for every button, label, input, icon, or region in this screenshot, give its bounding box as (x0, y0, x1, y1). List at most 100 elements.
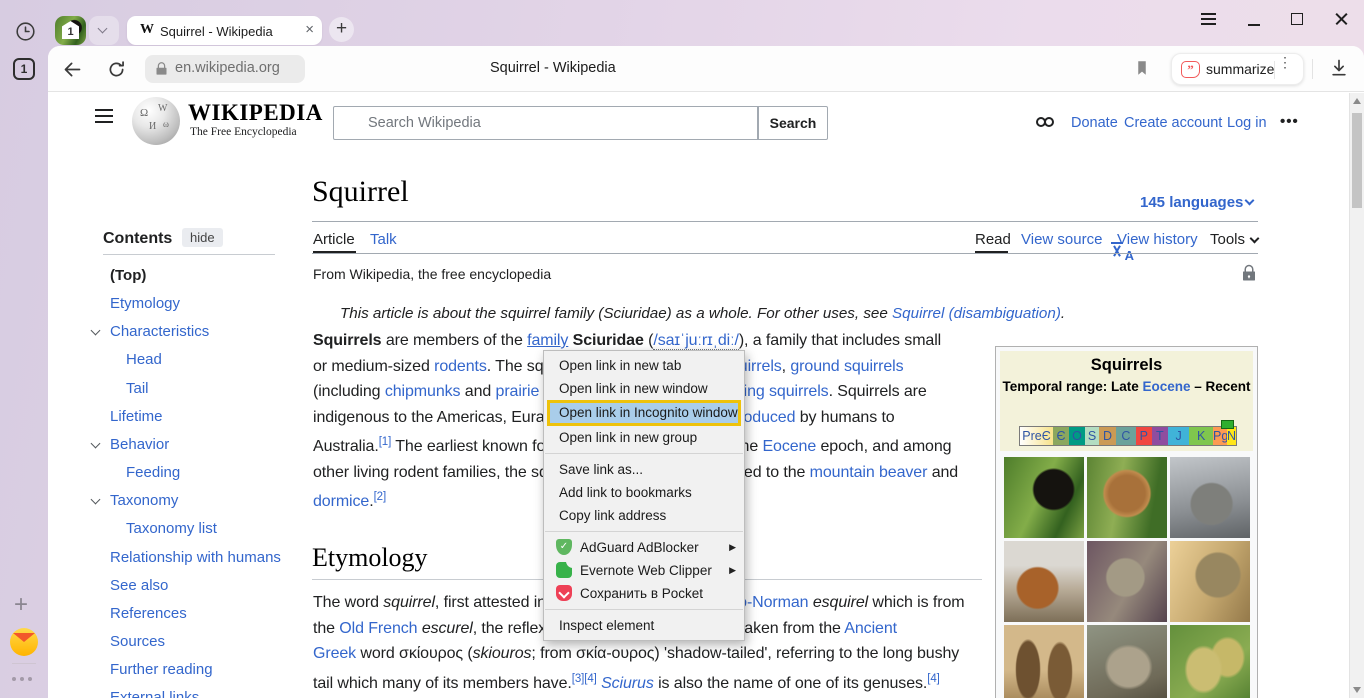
squirrel-photo-5[interactable] (1087, 541, 1167, 622)
view-history[interactable]: View history (1117, 231, 1198, 248)
inline-link[interactable]: ground squirrels (790, 358, 903, 375)
inline-link[interactable]: Greek (313, 645, 356, 662)
geo-period-C[interactable]: C (1116, 427, 1136, 445)
header-more-icon[interactable]: ••• (1280, 113, 1299, 130)
scroll-down-icon[interactable] (1353, 687, 1361, 693)
inline-link[interactable]: family (527, 332, 568, 349)
geo-period-T[interactable]: T (1152, 427, 1168, 445)
toc-item-head[interactable]: Head (126, 351, 162, 368)
back-icon[interactable] (62, 59, 83, 85)
geo-period-J[interactable]: J (1168, 427, 1190, 445)
create-account-link[interactable]: Create account (1124, 115, 1222, 131)
search-input[interactable] (333, 106, 758, 140)
tools-chevron-icon[interactable] (1250, 234, 1260, 244)
tab-talk[interactable]: Talk (370, 231, 397, 248)
reload-icon[interactable] (106, 59, 127, 85)
history-clock-icon[interactable] (15, 21, 36, 47)
squirrel-photo-9[interactable] (1170, 625, 1250, 698)
inline-link[interactable]: /saɪˈjuːrɪˌdiː/ (653, 332, 738, 350)
geo-period-D[interactable]: D (1099, 427, 1116, 445)
geo-period-PreЄ[interactable]: PreЄ (1020, 427, 1053, 445)
inline-link[interactable]: Squirrel (disambiguation) (892, 305, 1061, 322)
squirrel-photo-7[interactable] (1004, 625, 1084, 698)
inline-link[interactable]: Eocene (762, 438, 816, 455)
menu-item-add-link-to-bookmarks[interactable]: Add link to bookmarks (544, 481, 744, 504)
toc-item-references[interactable]: References (110, 605, 187, 622)
menu-item-inspect-element[interactable]: Inspect element (544, 614, 744, 637)
reference-link[interactable]: [1] (379, 436, 392, 448)
toc-item-taxonomy[interactable]: Taxonomy (110, 492, 178, 509)
tab-group-badge[interactable]: 1 (55, 16, 86, 45)
reference-link[interactable]: [3][4] (572, 673, 597, 685)
browser-tab-active[interactable]: W Squirrel - Wikipedia × (127, 16, 322, 45)
menu-item-copy-link-address[interactable]: Copy link address (544, 504, 744, 527)
toc-item--top-[interactable]: (Top) (110, 267, 146, 284)
yandex-mail-icon[interactable] (10, 628, 38, 656)
summarize-more-icon[interactable]: ⋮ (1278, 59, 1292, 66)
menu-item-save-link-as-[interactable]: Save link as... (544, 458, 744, 481)
toc-item-behavior[interactable]: Behavior (110, 436, 169, 453)
page-scrollbar[interactable] (1349, 93, 1364, 698)
chevron-down-icon[interactable] (91, 495, 101, 505)
wiki-menu-icon[interactable] (95, 109, 113, 123)
menu-item-сохранить-в-pocket[interactable]: Сохранить в Pocket (544, 582, 744, 605)
login-link[interactable]: Log in (1227, 115, 1267, 131)
inline-link[interactable]: Old French (339, 620, 417, 637)
squirrel-photo-3[interactable] (1170, 457, 1250, 538)
menu-item-evernote-web-clipper[interactable]: Evernote Web Clipper▶ (544, 559, 744, 582)
inline-link[interactable]: dormice (313, 493, 369, 510)
scrollbar-thumb[interactable] (1352, 113, 1362, 208)
toc-item-lifetime[interactable]: Lifetime (110, 408, 163, 425)
geo-period-O[interactable]: O (1069, 427, 1085, 445)
tab-group-dropdown[interactable] (89, 16, 119, 45)
sidebar-add-icon[interactable]: + (14, 591, 28, 619)
chevron-down-icon[interactable] (91, 326, 101, 336)
view-source[interactable]: View source (1021, 231, 1102, 248)
toc-item-further-reading[interactable]: Further reading (110, 661, 213, 678)
toc-hide-button[interactable]: hide (182, 228, 223, 247)
url-chip[interactable]: en.wikipedia.org (145, 55, 305, 83)
bookmark-icon[interactable] (1133, 58, 1151, 83)
toc-item-see-also[interactable]: See also (110, 577, 168, 594)
tools-menu[interactable]: Tools (1210, 231, 1245, 248)
geo-period-K[interactable]: K (1189, 427, 1213, 445)
menu-item-open-link-in-new-group[interactable]: Open link in new group (544, 426, 744, 449)
inline-link[interactable]: rodents (434, 358, 487, 375)
donate-link[interactable]: Donate (1071, 115, 1118, 131)
squirrel-photo-4[interactable] (1004, 541, 1084, 622)
menu-item-open-link-in-new-window[interactable]: Open link in new window (544, 377, 744, 400)
geo-period-N[interactable]: N (1227, 427, 1236, 445)
squirrel-photo-6[interactable] (1170, 541, 1250, 622)
reference-link[interactable]: [2] (374, 491, 387, 503)
toc-item-etymology[interactable]: Etymology (110, 295, 180, 312)
reference-link[interactable]: [4] (927, 673, 940, 685)
new-tab-button[interactable]: + (329, 17, 354, 42)
geo-period-Pg[interactable]: Pg (1213, 427, 1227, 445)
chevron-down-icon[interactable] (91, 438, 101, 448)
toc-item-sources[interactable]: Sources (110, 633, 165, 650)
wikipedia-globe-logo[interactable]: ΩWИω (132, 97, 180, 145)
inline-link[interactable]: Ancient (844, 620, 897, 637)
toc-item-characteristics[interactable]: Characteristics (110, 323, 209, 340)
toc-item-tail[interactable]: Tail (126, 380, 149, 397)
scroll-up-icon[interactable] (1353, 98, 1361, 104)
tab-article[interactable]: Article (313, 231, 355, 248)
workspace-badge[interactable]: 1 (13, 58, 35, 80)
squirrel-photo-2[interactable] (1087, 457, 1167, 538)
summarize-button[interactable]: ” summarize ⋮ (1171, 53, 1304, 85)
geo-period-Є[interactable]: Є (1053, 427, 1069, 445)
menu-item-adguard-adblocker[interactable]: ✓AdGuard AdBlocker▶ (544, 536, 744, 559)
eocene-link[interactable]: Eocene (1142, 379, 1190, 394)
geo-period-P[interactable]: P (1136, 427, 1152, 445)
downloads-icon[interactable] (1329, 58, 1349, 83)
toc-item-taxonomy-list[interactable]: Taxonomy list (126, 520, 217, 537)
inline-link[interactable]: chipmunks (385, 383, 461, 400)
view-read[interactable]: Read (975, 231, 1011, 248)
wikipedia-wordmark[interactable]: WIKIPEDIA (188, 100, 323, 126)
toc-item-relationship-with-humans[interactable]: Relationship with humans (110, 549, 281, 566)
menu-item-open-link-in-incognito-window[interactable]: Open link in Incognito window (547, 400, 741, 426)
toc-item-feeding[interactable]: Feeding (126, 464, 180, 481)
sidebar-more-icon[interactable] (12, 668, 36, 686)
languages-button[interactable]: 145 languages (1140, 194, 1243, 211)
menu-item-open-link-in-new-tab[interactable]: Open link in new tab (544, 354, 744, 377)
